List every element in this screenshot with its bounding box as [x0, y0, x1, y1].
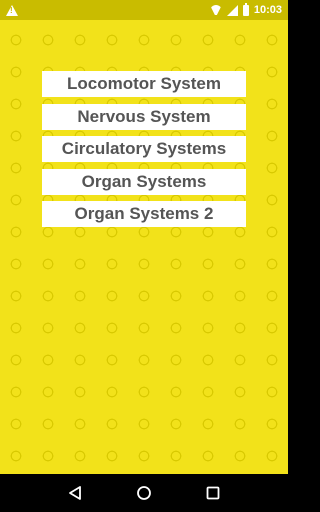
warning-icon [6, 4, 18, 16]
status-icons: 10:03 [210, 2, 282, 16]
status-bar: 10:03 [0, 0, 288, 20]
signal-icon [226, 4, 238, 16]
navigation-bar [0, 474, 288, 512]
status-time: 10:03 [253, 4, 282, 16]
circulatory-systems-button[interactable]: Circulatory Systems [42, 136, 246, 162]
home-icon[interactable] [134, 483, 154, 503]
battery-icon [242, 2, 249, 16]
wifi-icon [210, 5, 222, 15]
recents-icon[interactable] [203, 483, 223, 503]
locomotor-system-button[interactable]: Locomotor System [42, 71, 246, 97]
organ-systems-button[interactable]: Organ Systems [42, 168, 246, 195]
systems-menu: Locomotor System Nervous System Circulat… [42, 71, 246, 234]
organ-systems-2-button[interactable]: Organ Systems 2 [42, 201, 246, 227]
nervous-system-button[interactable]: Nervous System [42, 103, 246, 130]
back-icon[interactable] [65, 483, 85, 503]
main-content: Locomotor System Nervous System Circulat… [0, 20, 288, 474]
